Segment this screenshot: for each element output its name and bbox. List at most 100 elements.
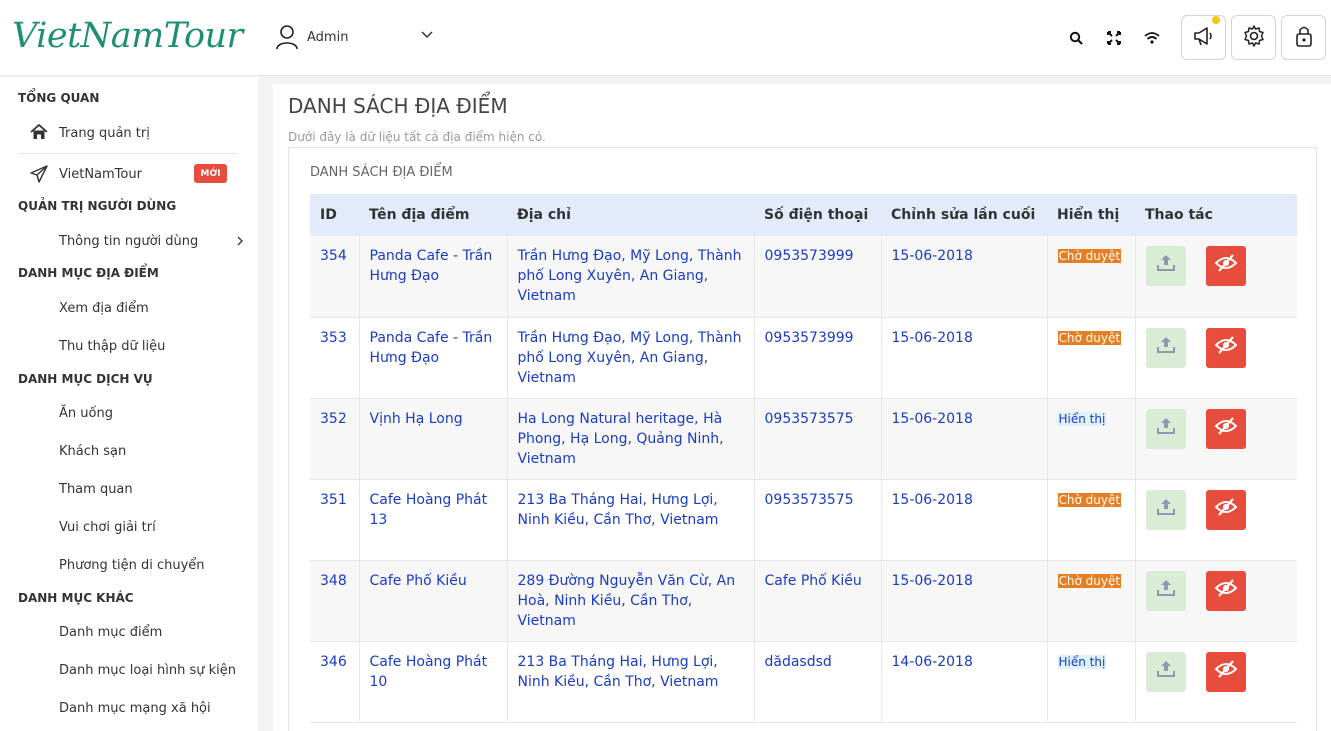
cell-phone[interactable]: Cafe Phố Kiều — [754, 560, 882, 642]
gear-icon — [1242, 24, 1266, 52]
upload-button[interactable] — [1145, 489, 1186, 530]
cell-updated[interactable]: 14-06-2018 — [881, 641, 1048, 723]
hide-button[interactable] — [1205, 489, 1246, 530]
cell-phone[interactable]: 0953573999 — [754, 236, 882, 318]
sidebar-item-sightseeing[interactable]: Tham quan — [18, 476, 238, 502]
cell-address[interactable]: 213 Ba Tháng Hai, Hưng Lợi, Ninh Kiều, C… — [507, 479, 755, 561]
upload-button[interactable] — [1145, 570, 1186, 611]
hide-button[interactable] — [1205, 327, 1246, 368]
hide-button[interactable] — [1205, 408, 1246, 449]
cell-phone[interactable]: 0953573575 — [754, 479, 882, 561]
sidebar-item-label: Khách sạn — [59, 443, 127, 459]
hide-button[interactable] — [1205, 246, 1246, 286]
sidebar-item-event-types[interactable]: Danh mục loại hình sự kiện — [18, 657, 238, 683]
chevron-down-icon — [421, 31, 433, 39]
panel-title: DANH SÁCH ĐỊA ĐIỂM — [310, 165, 453, 180]
sidebar-item-collect-data[interactable]: Thu thập dữ liệu — [18, 333, 238, 359]
brand-logo[interactable]: VietNamTour — [12, 16, 243, 56]
lock-icon — [1294, 24, 1314, 52]
lock-button[interactable] — [1281, 15, 1326, 60]
sidebar-item-label: Xem địa điểm — [59, 300, 149, 316]
cell-name[interactable]: Panda Cafe - Trần Hưng Đạo — [359, 236, 508, 318]
sidebar-item-label: Tham quan — [59, 481, 133, 497]
cell-address[interactable]: Ha Long Natural heritage, Hà Phong, Hạ L… — [507, 398, 755, 480]
eye-slash-icon — [1214, 578, 1238, 604]
fullscreen-icon[interactable] — [1104, 28, 1124, 48]
notification-dot — [1212, 16, 1220, 24]
cell-name[interactable]: Cafe Phố Kiều — [359, 560, 508, 642]
announcement-button[interactable] — [1181, 15, 1226, 60]
sidebar-item-hotels[interactable]: Khách sạn — [18, 438, 238, 464]
cell-phone[interactable]: 0953573999 — [754, 317, 882, 399]
sidebar: TỔNG QUAN Trang quản trị VietNamTour MỚI… — [0, 77, 258, 731]
cell-id[interactable]: 352 — [310, 398, 360, 480]
cell-address[interactable]: Trần Hưng Đạo, Mỹ Long, Thành phố Long X… — [507, 236, 755, 318]
sidebar-item-social-networks[interactable]: Danh mục mạng xã hội — [18, 695, 238, 721]
cell-id[interactable]: 354 — [310, 236, 360, 318]
wifi-icon[interactable] — [1142, 28, 1162, 48]
cell-actions — [1135, 236, 1297, 318]
column-header-status[interactable]: Hiển thị — [1047, 194, 1135, 236]
cell-name[interactable]: Cafe Hoàng Phát 10 — [359, 641, 508, 723]
cell-status: Hiển thị — [1047, 398, 1136, 480]
main-content: DANH SÁCH ĐỊA ĐIỂM Dưới đây là dữ liệu t… — [273, 84, 1331, 731]
sidebar-item-entertainment[interactable]: Vui chơi giải trí — [18, 514, 238, 540]
upload-icon — [1156, 335, 1176, 361]
column-header-id[interactable]: ID — [310, 194, 359, 236]
sidebar-item-score-categories[interactable]: Danh mục điểm — [18, 619, 238, 645]
locations-panel: DANH SÁCH ĐỊA ĐIỂM ID Tên địa điểm Địa c… — [288, 147, 1317, 731]
sidebar-item-user-info[interactable]: Thông tin người dùng — [18, 228, 243, 254]
cell-updated[interactable]: 15-06-2018 — [881, 398, 1048, 480]
status-badge: Hiển thị — [1057, 411, 1107, 426]
upload-icon — [1156, 253, 1176, 279]
sidebar-item-transport[interactable]: Phương tiện di chuyển — [18, 552, 238, 578]
sidebar-item-dashboard[interactable]: Trang quản trị — [18, 120, 238, 146]
cell-updated[interactable]: 15-06-2018 — [881, 236, 1048, 318]
status-badge: Chờ duyệt — [1057, 573, 1122, 588]
cell-phone[interactable]: dădasdsd — [754, 641, 882, 723]
section-user-admin: QUẢN TRỊ NGƯỜI DÙNG — [18, 199, 177, 213]
cell-address[interactable]: 213 Ba Tháng Hai, Hưng Lợi, Ninh Kiều, C… — [507, 641, 755, 723]
cell-updated[interactable]: 15-06-2018 — [881, 560, 1048, 642]
cell-updated[interactable]: 15-06-2018 — [881, 317, 1048, 399]
column-header-name[interactable]: Tên địa điểm — [359, 194, 507, 236]
search-icon[interactable] — [1066, 28, 1086, 48]
hide-button[interactable] — [1205, 651, 1246, 692]
column-header-updated[interactable]: Chỉnh sửa lần cuối — [881, 194, 1047, 236]
upload-button[interactable] — [1145, 651, 1186, 692]
sidebar-item-label: Thu thập dữ liệu — [59, 338, 166, 354]
cell-status: Chờ duyệt — [1047, 317, 1136, 399]
upload-button[interactable] — [1145, 408, 1186, 449]
eye-slash-icon — [1214, 335, 1238, 361]
column-header-phone[interactable]: Số điện thoại — [754, 194, 881, 236]
cell-status: Chờ duyệt — [1047, 479, 1136, 561]
upload-button[interactable] — [1145, 246, 1186, 286]
cell-address[interactable]: 289 Đường Nguyễn Văn Cừ, An Hoà, Ninh Ki… — [507, 560, 755, 642]
sidebar-item-food[interactable]: Ăn uống — [18, 400, 238, 426]
cell-name[interactable]: Vịnh Hạ Long — [359, 398, 508, 480]
upload-button[interactable] — [1145, 327, 1186, 368]
cell-updated[interactable]: 15-06-2018 — [881, 479, 1048, 561]
cell-phone[interactable]: 0953573575 — [754, 398, 882, 480]
cell-name[interactable]: Cafe Hoàng Phát 13 — [359, 479, 508, 561]
cell-id[interactable]: 353 — [310, 317, 360, 399]
column-header-actions: Thao tác — [1135, 194, 1297, 236]
hide-button[interactable] — [1205, 570, 1246, 611]
status-badge: Chờ duyệt — [1057, 249, 1122, 263]
cell-id[interactable]: 346 — [310, 641, 360, 723]
cell-id[interactable]: 348 — [310, 560, 360, 642]
cell-status: Chờ duyệt — [1047, 560, 1136, 642]
column-header-address[interactable]: Địa chỉ — [507, 194, 754, 236]
table-row: 351 Cafe Hoàng Phát 13 213 Ba Tháng Hai, H… — [310, 479, 1297, 561]
user-menu[interactable]: Admin — [275, 24, 433, 50]
cell-name[interactable]: Panda Cafe - Trần Hưng Đạo — [359, 317, 508, 399]
new-badge: MỚI — [194, 164, 227, 183]
cell-address[interactable]: Trần Hưng Đạo, Mỹ Long, Thành phố Long X… — [507, 317, 755, 399]
table-row: 354 Panda Cafe - Trần Hưng Đạo Trần Hưng Đ… — [310, 236, 1297, 318]
table-row: 348 Cafe Phố Kiều 289 Đường Nguyễn Văn Cừ,… — [310, 560, 1297, 642]
home-icon — [30, 123, 48, 144]
sidebar-item-view-locations[interactable]: Xem địa điểm — [18, 295, 238, 321]
settings-button[interactable] — [1231, 15, 1276, 60]
cell-id[interactable]: 351 — [310, 479, 360, 561]
table-row: 352 Vịnh Hạ Long Ha Long Natural heritage,… — [310, 398, 1297, 480]
